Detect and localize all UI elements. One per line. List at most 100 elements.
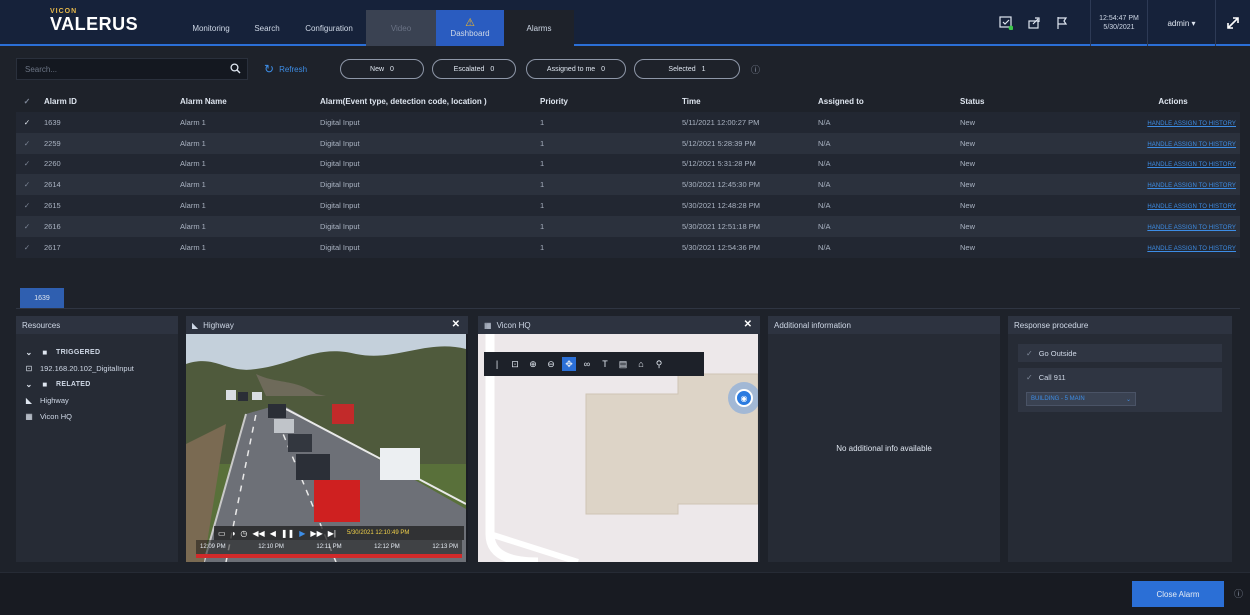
cell-alarm-type: Digital Input xyxy=(320,138,360,148)
table-row[interactable]: ✓ 2616 Alarm 1 Digital Input 1 5/30/2021 12:5… xyxy=(16,215,1240,237)
camera-timeline[interactable]: 12:09 PM 12:10 PM 12:11 PM 12:12 PM 12:1… xyxy=(196,540,462,554)
row-checkbox[interactable]: ✓ xyxy=(16,201,38,210)
nav-alarms[interactable]: Alarms xyxy=(504,10,574,46)
close-icon[interactable]: ✕ xyxy=(452,319,460,330)
row-checkbox[interactable]: ✓ xyxy=(16,243,38,252)
row-actions-links[interactable]: HANDLE ASSIGN TO HISTORY xyxy=(1147,142,1236,148)
pause-icon[interactable]: ❚❚ xyxy=(281,529,294,538)
row-actions-links[interactable]: HANDLE ASSIGN TO HISTORY xyxy=(1147,162,1236,168)
share-icon[interactable] xyxy=(1020,0,1048,46)
cell-actions: HANDLE ASSIGN TO HISTORY xyxy=(1110,159,1240,168)
nav-video[interactable]: Video xyxy=(366,10,436,46)
fit-map-icon[interactable]: ⊡ xyxy=(508,357,522,371)
response-step[interactable]: ✓ Call 911 xyxy=(1018,368,1222,386)
camera-marker[interactable]: ◉ xyxy=(728,382,758,414)
search-icon[interactable] xyxy=(230,63,241,77)
nav-configuration[interactable]: Configuration xyxy=(292,10,366,46)
cell-alarm-type: Digital Input xyxy=(320,242,360,252)
col-priority[interactable]: Priority xyxy=(540,97,682,106)
search-icon[interactable]: ⚲ xyxy=(652,357,666,371)
table-row[interactable]: ✓ 1639 Alarm 1 Digital Input 1 5/11/2021 12:0… xyxy=(16,112,1240,133)
map-view[interactable]: | ⊡ ⊕ ⊖ ✥ ∞ T ▤ ⌂ ⚲ ◉ xyxy=(478,334,758,562)
events-icon[interactable] xyxy=(992,0,1020,46)
layers-icon[interactable]: ▤ xyxy=(616,357,630,371)
nav-dashboard[interactable]: ⚠ Dashboard xyxy=(436,10,504,46)
cell-status: New xyxy=(960,138,976,148)
filter-selected-button[interactable]: Selected 1 xyxy=(634,59,740,79)
triggered-group[interactable]: ⌄ ■ TRIGGERED xyxy=(24,344,170,360)
filter-new-button[interactable]: New 0 xyxy=(340,59,424,79)
cell-time: 5/30/2021 12:45:30 PM xyxy=(682,180,760,190)
map-header: ▦ Vicon HQ ✕ xyxy=(478,316,760,334)
step-forward-icon[interactable]: ▶| xyxy=(328,529,336,538)
filter-new-count: 0 xyxy=(390,65,394,73)
alarm-tab[interactable]: 1639 xyxy=(20,288,64,308)
link-icon[interactable]: ∞ xyxy=(580,357,594,371)
cell-assigned: N/A xyxy=(818,201,831,211)
table-row[interactable]: ✓ 2614 Alarm 1 Digital Input 1 5/30/2021 12:4… xyxy=(16,174,1240,196)
play-icon[interactable]: ▶ xyxy=(299,529,305,538)
col-time[interactable]: Time xyxy=(682,97,818,106)
search-input[interactable]: Search... xyxy=(16,58,248,80)
refresh-button[interactable]: ↻ Refresh xyxy=(264,62,307,76)
related-item-highway[interactable]: ◣ Highway xyxy=(24,392,170,408)
rewind-icon[interactable]: ◀◀ xyxy=(252,529,264,538)
clock-icon[interactable]: ◷ xyxy=(240,529,247,538)
related-group[interactable]: ⌄ ■ RELATED xyxy=(24,376,170,392)
flag-icon[interactable] xyxy=(1048,0,1076,46)
camera-video[interactable]: ▭ ◑ ◷ ◀◀ ◀ ❚❚ ▶ ▶▶ ▶| 5/30/2021 12:10:49… xyxy=(186,334,466,562)
snapshot-icon[interactable]: ▭ xyxy=(218,529,226,538)
close-icon[interactable]: ✕ xyxy=(744,319,752,330)
col-alarm-id[interactable]: Alarm ID xyxy=(38,97,180,106)
zoom-in-icon[interactable]: ⊕ xyxy=(526,357,540,371)
nav-search[interactable]: Search xyxy=(242,10,292,46)
row-checkbox[interactable]: ✓ xyxy=(16,159,38,168)
table-row[interactable]: ✓ 2617 Alarm 1 Digital Input 1 5/30/2021 12:5… xyxy=(16,236,1240,258)
row-actions-links[interactable]: HANDLE ASSIGN TO HISTORY xyxy=(1147,183,1236,189)
col-status[interactable]: Status xyxy=(960,97,1110,106)
row-checkbox[interactable]: ✓ xyxy=(16,139,38,148)
zoom-out-icon[interactable]: ⊖ xyxy=(544,357,558,371)
col-alarm-name[interactable]: Alarm Name xyxy=(180,97,320,106)
nav-monitoring[interactable]: Monitoring xyxy=(180,10,242,46)
step-back-icon[interactable]: ◀ xyxy=(270,529,276,538)
table-row[interactable]: ✓ 2615 Alarm 1 Digital Input 1 5/30/2021 12:4… xyxy=(16,195,1240,216)
table-row[interactable]: ✓ 2260 Alarm 1 Digital Input 1 5/12/2021 5:31… xyxy=(16,153,1240,175)
help-icon[interactable]: ⓘ xyxy=(751,63,760,76)
refresh-label: Refresh xyxy=(279,64,308,74)
cell-actions: HANDLE ASSIGN TO HISTORY xyxy=(1110,222,1240,231)
response-select[interactable]: BUILDING - 5 MAIN ⌄ xyxy=(1026,392,1136,406)
chevron-down-icon: ⌄ xyxy=(1125,396,1131,403)
chevron-down-icon: ⌄ xyxy=(25,347,33,357)
cell-time: 5/30/2021 12:54:36 PM xyxy=(682,242,760,252)
filter-escalated-button[interactable]: Escalated 0 xyxy=(432,59,516,79)
row-checkbox[interactable]: ✓ xyxy=(16,118,38,127)
trigger-item[interactable]: ⊡ 192.168.20.102_DigitalInput xyxy=(24,360,170,376)
row-actions-links[interactable]: HANDLE ASSIGN TO HISTORY xyxy=(1147,246,1236,252)
text-icon[interactable]: T xyxy=(598,357,612,371)
help-icon[interactable]: ⓘ xyxy=(1234,587,1243,600)
row-actions-links[interactable]: HANDLE ASSIGN TO HISTORY xyxy=(1147,204,1236,210)
user-menu[interactable]: admin ▾ xyxy=(1148,0,1216,46)
home-icon[interactable]: ⌂ xyxy=(634,357,648,371)
filter-assigned-button[interactable]: Assigned to me 0 xyxy=(526,59,626,79)
live-icon[interactable]: ◑ xyxy=(231,529,236,538)
col-assigned[interactable]: Assigned to xyxy=(818,97,960,106)
cell-alarm-type: Digital Input xyxy=(320,117,360,127)
row-checkbox[interactable]: ✓ xyxy=(16,180,38,189)
col-alarm-type[interactable]: Alarm(Event type, detection code, locati… xyxy=(320,97,540,106)
cell-alarm-id: 2614 xyxy=(44,180,61,190)
expand-icon[interactable] xyxy=(1216,0,1250,46)
pan-icon[interactable]: ✥ xyxy=(562,357,576,371)
close-alarm-button[interactable]: Close Alarm xyxy=(1132,581,1224,607)
row-actions-links[interactable]: HANDLE ASSIGN TO HISTORY xyxy=(1147,225,1236,231)
timeline-tick: 12:11 PM xyxy=(316,544,342,550)
row-checkbox[interactable]: ✓ xyxy=(16,222,38,231)
fast-forward-icon[interactable]: ▶▶ xyxy=(310,529,322,538)
related-item-vicon-hq[interactable]: ▦ Vicon HQ xyxy=(24,408,170,424)
table-row[interactable]: ✓ 2259 Alarm 1 Digital Input 1 5/12/2021 5:28… xyxy=(16,132,1240,154)
response-step[interactable]: ✓ Go Outside xyxy=(1018,344,1222,362)
cell-actions: HANDLE ASSIGN TO HISTORY xyxy=(1110,243,1240,252)
select-all-checkbox[interactable]: ✓ xyxy=(16,97,38,106)
row-actions-links[interactable]: HANDLE ASSIGN TO HISTORY xyxy=(1147,121,1236,127)
